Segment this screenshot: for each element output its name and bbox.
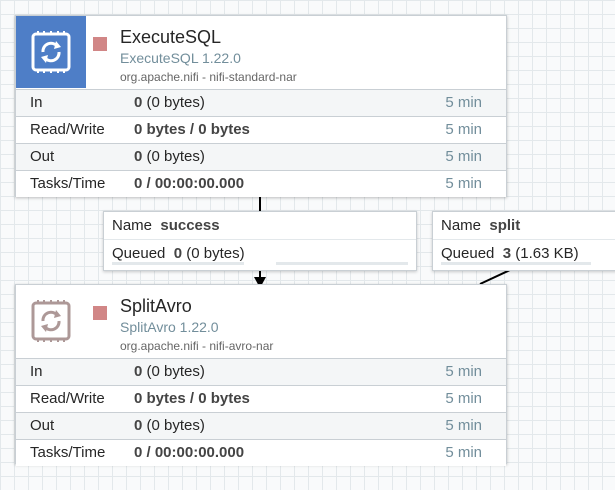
stat-time: 5 min (445, 94, 482, 111)
processor-type: ExecuteSQL 1.22.0 (120, 50, 241, 66)
stat-time: 5 min (445, 417, 482, 434)
processor-type: SplitAvro 1.22.0 (120, 319, 219, 335)
stat-row-tasks-time: Tasks/Time 0 / 00:00:00.000 5 min (16, 170, 506, 197)
stat-time: 5 min (445, 175, 482, 192)
stat-row-read-write: Read/Write 0 bytes / 0 bytes 5 min (16, 116, 506, 143)
stat-detail: (0 bytes) (142, 363, 205, 380)
processor-splitavro[interactable]: SplitAvro SplitAvro 1.22.0 org.apache.ni… (15, 284, 507, 466)
stat-label: Read/Write (30, 121, 105, 138)
processor-executesql[interactable]: ExecuteSQL ExecuteSQL 1.22.0 org.apache.… (15, 15, 507, 197)
stat-row-in: In 0 (0 bytes) 5 min (16, 358, 506, 385)
connection-success[interactable]: Name success Queued 0 (0 bytes) (103, 211, 417, 271)
stat-row-out: Out 0 (0 bytes) 5 min (16, 143, 506, 170)
stat-count: 0 / 00:00:00.000 (134, 175, 245, 192)
connection-name: split (489, 217, 521, 234)
processor-icon (16, 285, 86, 357)
stat-value: 0 (0 bytes) (134, 144, 205, 170)
stat-label: Out (30, 148, 55, 165)
connection-queued-row: Queued 0 (0 bytes) (104, 239, 416, 267)
stat-time: 5 min (445, 148, 482, 165)
stat-row-read-write: Read/Write 0 bytes / 0 bytes 5 min (16, 385, 506, 412)
stat-detail: (0 bytes) (142, 94, 205, 111)
stat-time: 5 min (445, 444, 482, 461)
connection-name-row: Name split (433, 212, 615, 239)
backpressure-object-bar (441, 262, 591, 265)
stat-label: Tasks/Time (30, 444, 106, 461)
stat-count: 0 / 00:00:00.000 (134, 444, 245, 461)
stat-row-in: In 0 (0 bytes) 5 min (16, 89, 506, 116)
stat-value: 0 (0 bytes) (134, 413, 205, 439)
connection-split[interactable]: Name split Queued 3 (1.63 KB) (432, 211, 615, 271)
connection-queued-row: Queued 3 (1.63 KB) (433, 239, 615, 267)
stat-time: 5 min (445, 390, 482, 407)
connection-queued-count: 0 (173, 245, 183, 262)
processor-header: ExecuteSQL ExecuteSQL 1.22.0 org.apache.… (16, 16, 506, 88)
processor-bundle: org.apache.nifi - nifi-standard-nar (120, 70, 297, 84)
stopped-status-icon (93, 37, 107, 51)
connection-queued-detail: (1.63 KB) (511, 245, 579, 262)
stat-label: Out (30, 417, 55, 434)
stat-count: 0 bytes / 0 bytes (134, 121, 250, 138)
stopped-status-icon (93, 306, 107, 320)
stat-time: 5 min (445, 363, 482, 380)
stat-detail: (0 bytes) (142, 148, 205, 165)
connection-name-label: Name (441, 217, 482, 234)
processor-header: SplitAvro SplitAvro 1.22.0 org.apache.ni… (16, 285, 506, 357)
stat-value: 0 bytes / 0 bytes (134, 117, 250, 143)
processor-name: ExecuteSQL (120, 27, 222, 47)
stat-label: Tasks/Time (30, 175, 106, 192)
connection-queued-label: Queued (112, 245, 166, 262)
processor-stats: In 0 (0 bytes) 5 min Read/Write 0 bytes … (16, 89, 506, 197)
connection-queued-detail: (0 bytes) (182, 245, 245, 262)
processor-stats: In 0 (0 bytes) 5 min Read/Write 0 bytes … (16, 358, 506, 466)
connection-name: success (160, 217, 220, 234)
backpressure-data-bar (276, 262, 408, 265)
stat-value: 0 bytes / 0 bytes (134, 386, 250, 412)
split-connection-line (479, 269, 511, 285)
processor-icon (16, 16, 86, 88)
processor-name: SplitAvro (120, 296, 192, 316)
connection-queued-label: Queued (441, 245, 495, 262)
stat-label: In (30, 94, 43, 111)
stat-count: 0 bytes / 0 bytes (134, 390, 250, 407)
stat-value: 0 (0 bytes) (134, 359, 205, 385)
stat-value: 0 / 00:00:00.000 (134, 440, 244, 466)
stat-time: 5 min (445, 121, 482, 138)
connection-name-row: Name success (104, 212, 416, 239)
stat-value: 0 / 00:00:00.000 (134, 171, 244, 197)
stat-row-out: Out 0 (0 bytes) 5 min (16, 412, 506, 439)
processor-bundle: org.apache.nifi - nifi-avro-nar (120, 339, 274, 353)
stat-label: Read/Write (30, 390, 105, 407)
stat-row-tasks-time: Tasks/Time 0 / 00:00:00.000 5 min (16, 439, 506, 466)
backpressure-object-bar (112, 262, 244, 265)
stat-detail: (0 bytes) (142, 417, 205, 434)
stat-value: 0 (0 bytes) (134, 90, 205, 116)
stat-label: In (30, 363, 43, 380)
connection-queued-count: 3 (502, 245, 512, 262)
connection-name-label: Name (112, 217, 153, 234)
